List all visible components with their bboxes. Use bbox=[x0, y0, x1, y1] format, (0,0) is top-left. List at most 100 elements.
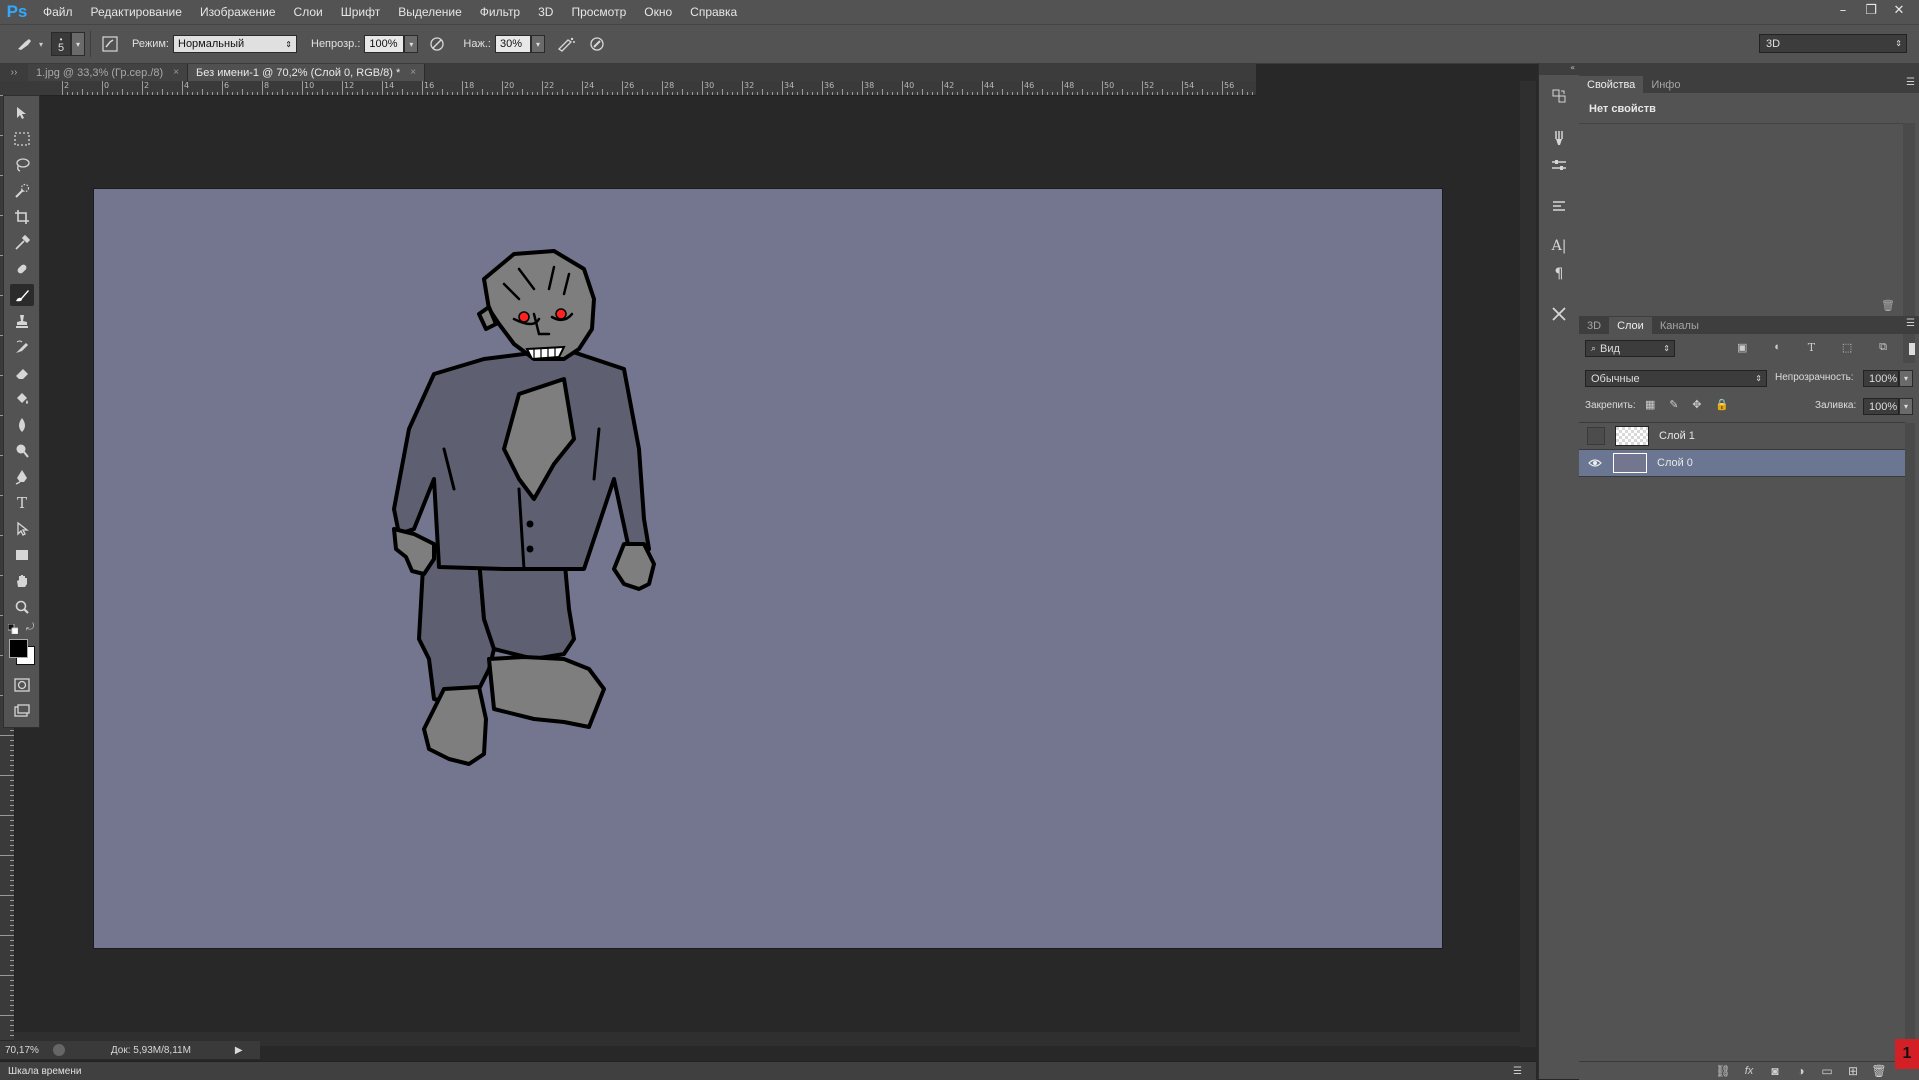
tab-layers[interactable]: Слои bbox=[1609, 317, 1652, 334]
tab-document-1[interactable]: 1.jpg @ 33,3% (Гр.сер./8) × bbox=[28, 64, 189, 81]
panel-menu-icon[interactable]: ☰ bbox=[1513, 1066, 1522, 1077]
fill-dropdown[interactable]: ▾ bbox=[1899, 398, 1913, 415]
lock-pixels-icon[interactable]: ✎ bbox=[1669, 398, 1678, 411]
history-brush-tool-icon[interactable] bbox=[10, 336, 34, 358]
menu-view[interactable]: Просмотр bbox=[562, 0, 635, 24]
screen-mode-icon[interactable] bbox=[10, 700, 34, 722]
brush-size-picker[interactable]: • 5 bbox=[51, 32, 72, 56]
close-button[interactable]: ✕ bbox=[1885, 0, 1913, 20]
status-menu-arrow-icon[interactable]: ▶ bbox=[235, 1045, 243, 1056]
canvas[interactable] bbox=[94, 189, 1442, 948]
trash-icon[interactable]: 🗑 bbox=[1881, 299, 1895, 312]
menu-select[interactable]: Выделение bbox=[389, 0, 471, 24]
panel-menu-icon[interactable]: ☰ bbox=[1906, 318, 1915, 329]
filter-pixel-icon[interactable]: ▣ bbox=[1737, 341, 1747, 357]
crop-tool-icon[interactable] bbox=[10, 206, 34, 228]
layer-visibility-toggle[interactable] bbox=[1587, 427, 1605, 445]
zoom-level[interactable]: 70,17% bbox=[5, 1045, 39, 1056]
opacity-dropdown[interactable]: ▾ bbox=[404, 35, 419, 53]
layer-name[interactable]: Слой 0 bbox=[1657, 457, 1693, 469]
adjustments-icon[interactable] bbox=[1547, 155, 1571, 177]
tab-properties[interactable]: Свойства bbox=[1579, 76, 1644, 93]
menu-3d[interactable]: 3D bbox=[529, 0, 562, 24]
filter-toggle[interactable] bbox=[1909, 343, 1915, 355]
pressure-opacity-icon[interactable] bbox=[426, 33, 448, 55]
layer-opacity-dropdown[interactable]: ▾ bbox=[1899, 370, 1913, 387]
document-info-icon[interactable] bbox=[52, 1044, 65, 1056]
rectangle-tool-icon[interactable] bbox=[10, 544, 34, 566]
lock-all-icon[interactable]: 🔒 bbox=[1715, 398, 1729, 411]
layer-row-layer-0[interactable]: Слой 0 bbox=[1579, 450, 1905, 477]
quick-selection-tool-icon[interactable] bbox=[10, 180, 34, 202]
menu-window[interactable]: Окно bbox=[635, 0, 681, 24]
restore-button[interactable]: ❐ bbox=[1857, 0, 1885, 20]
menu-file[interactable]: Файл bbox=[34, 0, 82, 24]
menu-layers[interactable]: Слои bbox=[285, 0, 332, 24]
tab-info[interactable]: Инфо bbox=[1643, 76, 1688, 93]
lasso-tool-icon[interactable] bbox=[10, 154, 34, 176]
path-selection-tool-icon[interactable] bbox=[10, 518, 34, 540]
close-icon[interactable]: × bbox=[410, 67, 416, 78]
paint-bucket-tool-icon[interactable] bbox=[10, 388, 34, 410]
layer-style-icon[interactable]: fx bbox=[1739, 1062, 1759, 1080]
airbrush-icon[interactable] bbox=[555, 33, 577, 55]
close-icon[interactable]: × bbox=[173, 67, 179, 78]
collapse-toolbar-icon[interactable]: ›› bbox=[0, 64, 28, 81]
workspace-select[interactable]: 3D ⇕ bbox=[1759, 34, 1907, 53]
filter-shape-icon[interactable]: ⬚ bbox=[1842, 341, 1852, 357]
eye-icon[interactable] bbox=[1587, 455, 1603, 471]
collapse-panels-icon[interactable]: « bbox=[1539, 63, 1579, 75]
mode-select[interactable]: Нормальный ⇕ bbox=[173, 35, 297, 53]
filter-type-icon[interactable]: T bbox=[1808, 341, 1815, 357]
layer-opacity-input[interactable]: 100% bbox=[1863, 370, 1899, 387]
tab-channels[interactable]: Каналы bbox=[1652, 317, 1707, 334]
panel-menu-icon[interactable]: ☰ bbox=[1906, 77, 1915, 88]
pen-tool-icon[interactable] bbox=[10, 466, 34, 488]
history-panel-icon[interactable] bbox=[1547, 85, 1571, 107]
brush-preset-dropdown-icon[interactable]: ▾ bbox=[39, 40, 43, 49]
add-mask-icon[interactable]: ◙ bbox=[1765, 1062, 1785, 1080]
layer-name[interactable]: Слой 1 bbox=[1659, 430, 1695, 442]
pressure-size-icon[interactable] bbox=[586, 33, 608, 55]
menu-edit[interactable]: Редактирование bbox=[82, 0, 191, 24]
filter-smart-object-icon[interactable]: ⧉ bbox=[1879, 341, 1887, 357]
marquee-tool-icon[interactable] bbox=[10, 128, 34, 150]
foreground-color-swatch[interactable] bbox=[9, 639, 28, 658]
brush-panel-icon[interactable] bbox=[99, 33, 121, 55]
brush-preset-icon[interactable] bbox=[14, 33, 36, 55]
eyedropper-tool-icon[interactable] bbox=[10, 232, 34, 254]
new-group-icon[interactable]: ▭ bbox=[1817, 1062, 1837, 1080]
ruler-horizontal[interactable]: 2 0 2 4 6 8 10 12 14 16 18 20 22 24 26 28 30 32 34 36 38 40 42… bbox=[28, 81, 1256, 96]
blur-tool-icon[interactable] bbox=[10, 414, 34, 436]
dodge-tool-icon[interactable] bbox=[10, 440, 34, 462]
character-styles-icon[interactable] bbox=[1547, 195, 1571, 217]
menu-type[interactable]: Шрифт bbox=[332, 0, 389, 24]
minimize-button[interactable]: – bbox=[1829, 0, 1857, 20]
pressure-dropdown[interactable]: ▾ bbox=[530, 35, 545, 53]
type-tool-icon[interactable]: T bbox=[10, 492, 34, 514]
menu-filter[interactable]: Фильтр bbox=[471, 0, 529, 24]
vertical-scrollbar[interactable] bbox=[1520, 81, 1536, 1047]
pressure-input[interactable]: 30% bbox=[494, 35, 531, 53]
paragraph-panel-icon[interactable]: ¶ bbox=[1547, 263, 1571, 285]
brush-presets-icon[interactable] bbox=[1547, 127, 1571, 149]
tab-3d[interactable]: 3D bbox=[1579, 317, 1609, 334]
layers-scrollbar[interactable] bbox=[1905, 423, 1915, 1053]
quick-mask-icon[interactable] bbox=[10, 674, 34, 696]
eraser-tool-icon[interactable] bbox=[10, 362, 34, 384]
filter-adjustment-icon[interactable]: ◐ bbox=[1774, 341, 1781, 357]
delete-layer-icon[interactable]: 🗑 bbox=[1869, 1062, 1889, 1080]
adjustment-layer-icon[interactable]: ◑ bbox=[1791, 1062, 1811, 1080]
layer-row-layer-1[interactable]: Слой 1 bbox=[1579, 423, 1905, 450]
menu-help[interactable]: Справка bbox=[681, 0, 746, 24]
fill-input[interactable]: 100% bbox=[1863, 398, 1899, 415]
timeline-label[interactable]: Шкала времени bbox=[8, 1066, 81, 1077]
lock-position-icon[interactable]: ✥ bbox=[1692, 398, 1701, 411]
tab-document-2[interactable]: Без имени-1 @ 70,2% (Слой 0, RGB/8) * × bbox=[188, 64, 426, 81]
character-panel-icon[interactable]: A| bbox=[1547, 235, 1571, 257]
lock-transparency-icon[interactable]: ▦ bbox=[1645, 398, 1655, 411]
link-layers-icon[interactable]: ⛓ bbox=[1713, 1062, 1733, 1080]
clone-stamp-tool-icon[interactable] bbox=[10, 310, 34, 332]
swap-colors-icon[interactable]: ⤾ bbox=[26, 622, 34, 633]
opacity-input[interactable]: 100% bbox=[364, 35, 405, 53]
